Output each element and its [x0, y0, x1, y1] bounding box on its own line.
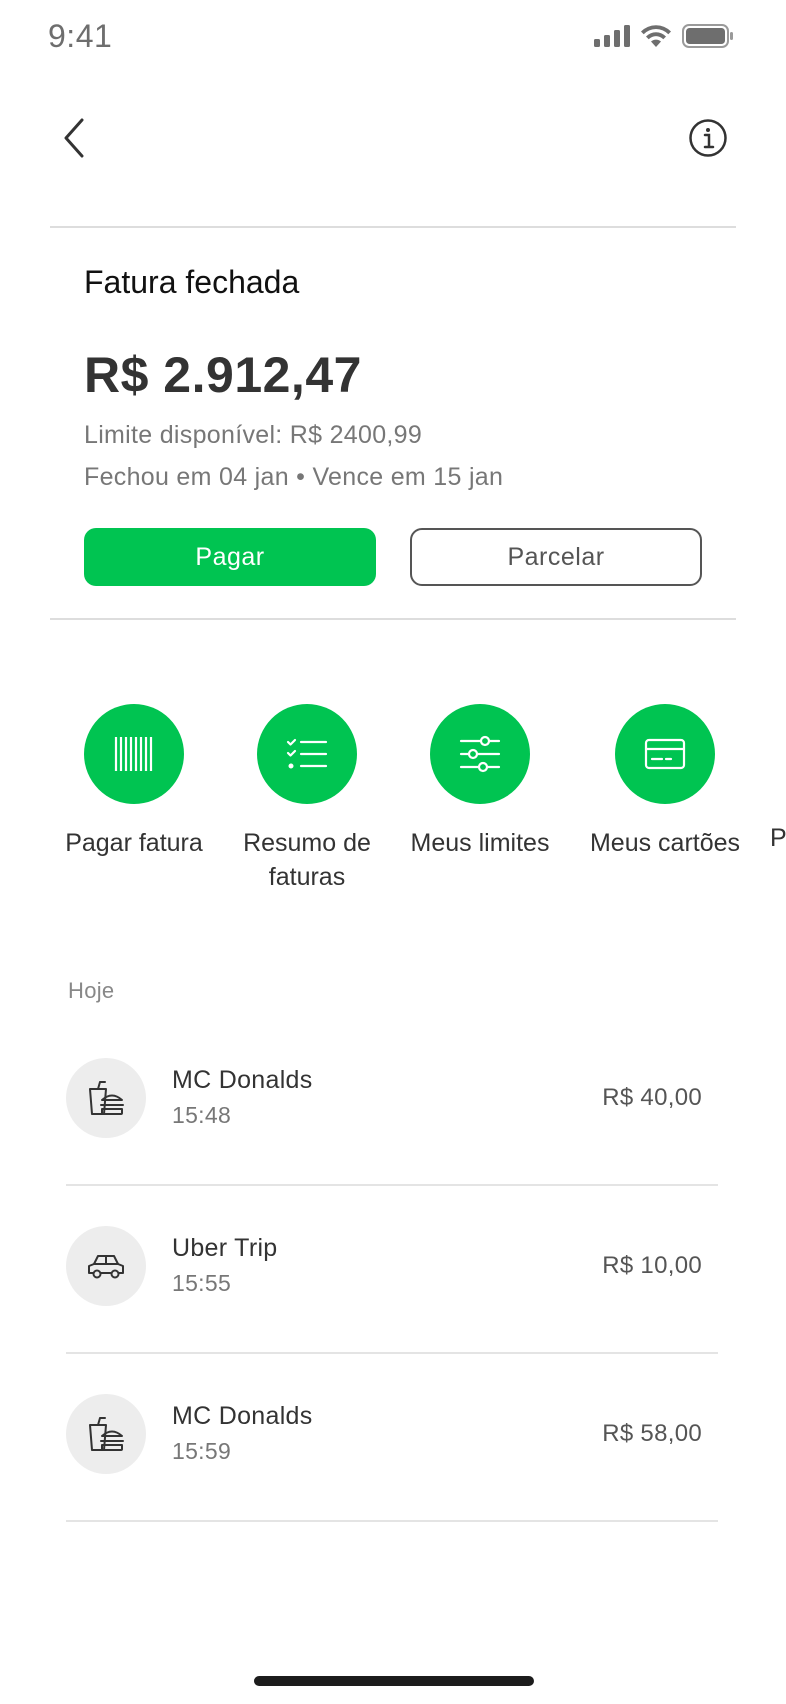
transaction-amount: R$ 40,00 — [602, 1084, 702, 1111]
fast-food-icon — [89, 1417, 124, 1451]
divider — [66, 1352, 718, 1354]
transaction-time: 15:59 — [172, 1438, 232, 1464]
shortcut-my-limits[interactable]: Meus limites — [395, 704, 565, 860]
shortcut-label: Pagar fatura — [65, 829, 203, 857]
chevron-left-icon — [64, 118, 84, 158]
transaction-amount: R$ 10,00 — [602, 1252, 702, 1279]
back-button[interactable] — [56, 114, 96, 162]
cellular-signal-icon — [594, 25, 630, 47]
credit-card-icon — [644, 738, 686, 770]
bill-amount: R$ 2.912,47 — [84, 347, 362, 403]
pay-button[interactable]: Pagar — [84, 528, 376, 586]
shortcut-bill-summary[interactable]: Resumo de faturas — [222, 704, 392, 894]
transaction-time: 15:55 — [172, 1270, 232, 1296]
transaction-amount: R$ 58,00 — [602, 1420, 702, 1447]
shortcut-label: Meus cartões — [589, 829, 741, 857]
shortcut-label: Meus limites — [410, 829, 550, 857]
shortcut-pay-bill[interactable]: Pagar fatura — [49, 704, 219, 860]
car-icon — [88, 1255, 124, 1279]
shortcut-my-cards[interactable]: Meus cartões — [580, 704, 750, 860]
transaction-merchant: MC Donalds — [172, 1402, 313, 1430]
info-button[interactable] — [688, 118, 728, 158]
wifi-icon — [641, 25, 671, 47]
home-indicator[interactable] — [254, 1676, 534, 1686]
transaction-row[interactable]: MC Donalds 15:48 R$ 40,00 — [66, 1058, 718, 1226]
transaction-time: 15:48 — [172, 1102, 232, 1128]
divider — [66, 1520, 718, 1522]
installments-button[interactable]: Parcelar — [410, 528, 702, 586]
bill-status-title: Fatura fechada — [84, 264, 300, 300]
status-icons — [594, 24, 734, 48]
section-label-today: Hoje — [68, 978, 115, 1003]
info-icon — [689, 119, 727, 157]
divider — [50, 226, 736, 228]
available-limit: Limite disponível: R$ 2400,99 — [84, 421, 423, 449]
transaction-merchant: Uber Trip — [172, 1234, 278, 1262]
status-time: 9:41 — [48, 18, 113, 54]
bill-dates: Fechou em 04 jan • Vence em 15 jan — [84, 463, 504, 491]
transaction-row[interactable]: Uber Trip 15:55 R$ 10,00 — [66, 1226, 718, 1394]
sliders-icon — [459, 735, 501, 773]
barcode-icon — [114, 737, 153, 771]
fast-food-icon — [89, 1081, 124, 1115]
divider — [50, 618, 736, 620]
transaction-row[interactable]: MC Donalds 15:59 R$ 58,00 — [66, 1394, 718, 1562]
transaction-merchant: MC Donalds — [172, 1066, 313, 1094]
divider — [66, 1184, 718, 1186]
battery-icon — [682, 24, 733, 48]
shortcut-label: Resumo de faturas — [243, 829, 371, 891]
checklist-icon — [286, 738, 328, 769]
shortcut-label-partial[interactable]: P — [770, 824, 786, 853]
